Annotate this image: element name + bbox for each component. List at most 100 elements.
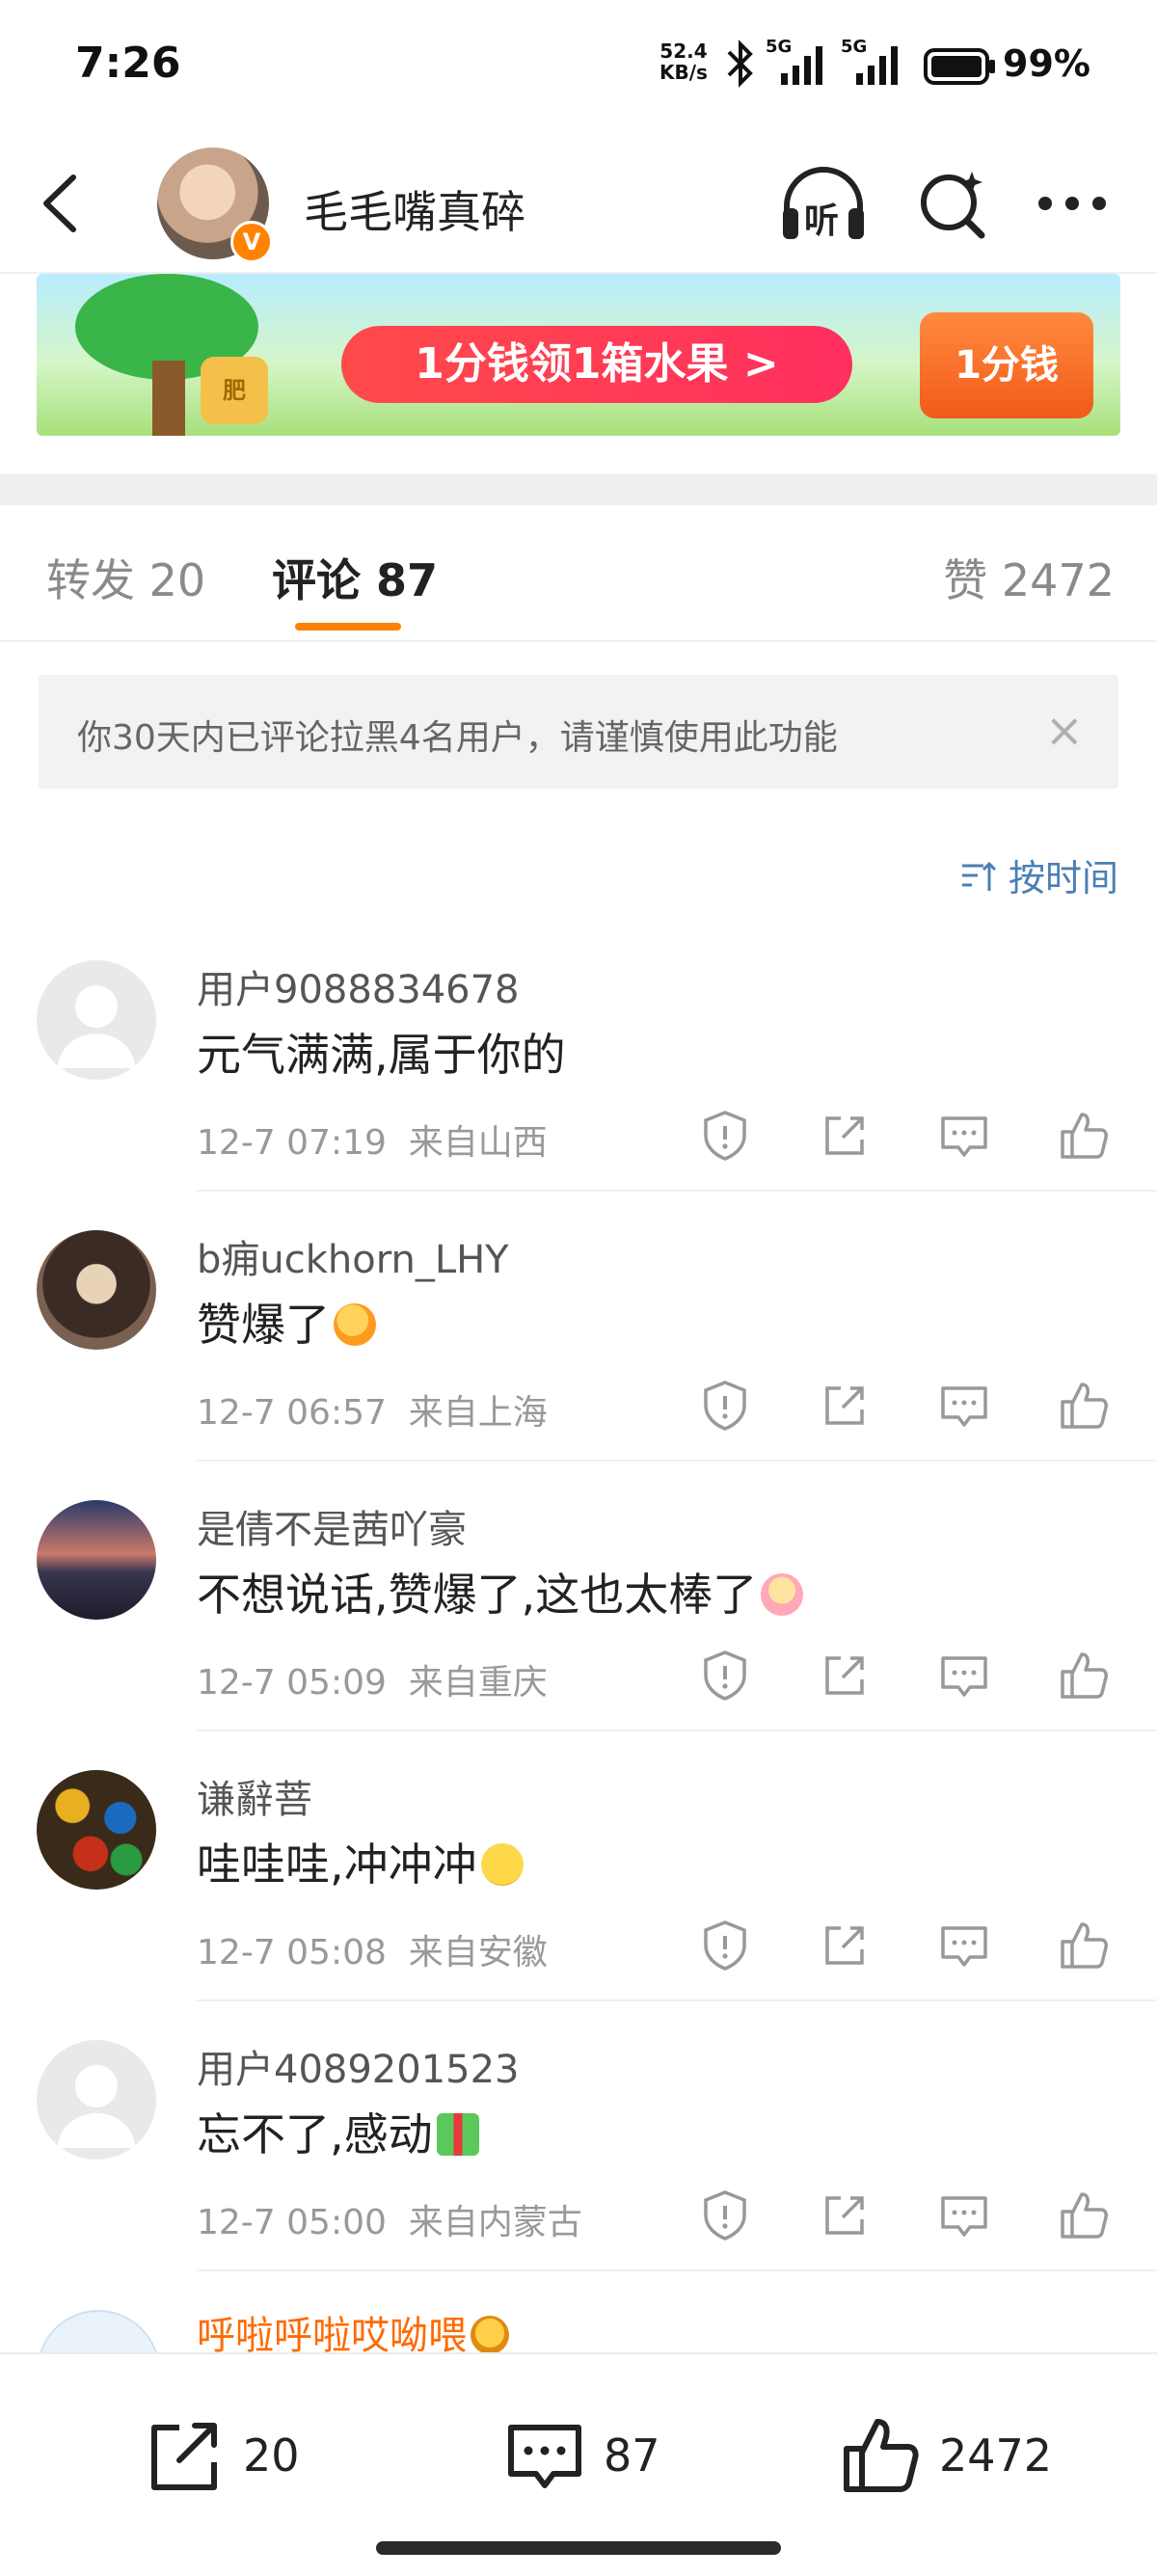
comment-time: 12-7 05:08 bbox=[197, 1933, 387, 1972]
home-indicator[interactable] bbox=[376, 2541, 781, 2555]
comment-item: 呼啦呼啦哎呦喂 bbox=[0, 2310, 1157, 2352]
verified-badge-icon: V bbox=[230, 221, 273, 263]
user-avatar[interactable] bbox=[37, 2310, 160, 2352]
shield-alert-icon bbox=[704, 2190, 746, 2241]
thumbs-up-icon bbox=[1061, 1382, 1108, 1429]
notice-text: 你30天内已评论拉黑4名用户，请谨慎使用此功能 bbox=[77, 718, 838, 758]
reply-button[interactable] bbox=[935, 1377, 993, 1435]
thumbs-up-icon bbox=[1061, 1113, 1108, 1159]
user-avatar[interactable] bbox=[37, 1230, 156, 1350]
comment-meta: 12-7 05:08 来自安徽 bbox=[197, 1924, 548, 1974]
lotus-emoji-icon bbox=[761, 1573, 804, 1616]
comment-text-content: 忘不了,感动 bbox=[197, 2108, 433, 2160]
comment-time: 12-7 07:19 bbox=[197, 1123, 387, 1163]
search-button[interactable] bbox=[916, 166, 989, 247]
like-button[interactable] bbox=[1055, 1107, 1113, 1165]
reply-button[interactable] bbox=[935, 1647, 993, 1704]
share-icon bbox=[825, 1656, 864, 1695]
back-button[interactable] bbox=[37, 170, 94, 237]
banner-cta[interactable]: 1分钱领1箱水果 > bbox=[341, 326, 852, 403]
share-icon bbox=[825, 1386, 864, 1425]
user-avatar[interactable] bbox=[37, 1770, 156, 1890]
ice-cream-emoji-icon bbox=[334, 1303, 376, 1346]
comment-location: 来自内蒙古 bbox=[408, 2203, 582, 2242]
comment-username[interactable]: 谦辭菩 bbox=[197, 1768, 312, 1824]
more-dots-icon bbox=[1038, 197, 1106, 210]
banner-fruit-box: 1分钱 bbox=[920, 312, 1093, 418]
comment-bubble-icon bbox=[941, 2196, 987, 2237]
network-speed: 52.4 KB/s bbox=[659, 40, 708, 83]
comment-divider bbox=[197, 1190, 1157, 1192]
thumbs-up-icon bbox=[1061, 1652, 1108, 1699]
comment-meta: 12-7 05:09 来自重庆 bbox=[197, 1654, 548, 1704]
comment-username[interactable]: 用户4089201523 bbox=[197, 2038, 520, 2094]
reply-button[interactable] bbox=[935, 1917, 993, 1974]
user-avatar[interactable] bbox=[37, 1500, 156, 1620]
reply-button[interactable] bbox=[935, 1107, 993, 1165]
like-button[interactable] bbox=[1055, 1377, 1113, 1435]
shield-alert-icon bbox=[704, 1650, 746, 1701]
block-notice: 你30天内已评论拉黑4名用户，请谨慎使用此功能 × bbox=[39, 675, 1118, 789]
bottom-repost-button[interactable]: 20 bbox=[141, 2412, 300, 2499]
comment-time: 12-7 06:57 bbox=[197, 1393, 387, 1433]
bottom-like-button[interactable]: 2472 bbox=[837, 2412, 1052, 2499]
sort-label: 按时间 bbox=[1008, 857, 1118, 899]
battery-icon bbox=[924, 48, 997, 89]
comment-username[interactable]: b痈uckhorn_LHY bbox=[197, 1228, 509, 1284]
report-button[interactable] bbox=[696, 1647, 754, 1704]
share-icon bbox=[825, 2196, 864, 2235]
like-button[interactable] bbox=[1055, 1917, 1113, 1974]
reply-button[interactable] bbox=[935, 2187, 993, 2244]
like-button[interactable] bbox=[1055, 2187, 1113, 2244]
report-button[interactable] bbox=[696, 2187, 754, 2244]
repost-icon bbox=[151, 2423, 217, 2490]
tab-reposts[interactable]: 转发 20 bbox=[46, 546, 205, 609]
sort-button[interactable]: 按时间 bbox=[958, 848, 1118, 901]
comment-divider bbox=[197, 1730, 1157, 1731]
comment-divider bbox=[197, 2269, 1157, 2271]
comment-username[interactable]: 用户9088834678 bbox=[197, 958, 520, 1014]
bluetooth-icon bbox=[721, 39, 760, 93]
listen-button[interactable]: 听 bbox=[777, 164, 870, 245]
share-button[interactable] bbox=[816, 1647, 874, 1704]
shield-alert-icon bbox=[704, 1381, 746, 1431]
report-button[interactable] bbox=[696, 1377, 754, 1435]
bottom-comment-button[interactable]: 87 bbox=[501, 2412, 660, 2499]
back-arrow-icon bbox=[43, 174, 76, 232]
share-button[interactable] bbox=[816, 1107, 874, 1165]
share-button[interactable] bbox=[816, 2187, 874, 2244]
comment-username-text: 呼啦呼啦哎呦喂 bbox=[197, 2314, 467, 2352]
comment-bubble-icon bbox=[941, 1926, 987, 1967]
comment-divider bbox=[197, 1460, 1157, 1462]
ad-banner[interactable]: 肥 1分钱领1箱水果 > 1分钱 bbox=[37, 274, 1120, 436]
comment-text: 哇哇哇,冲冲冲 bbox=[197, 1830, 524, 1893]
fertilizer-bag-icon: 肥 bbox=[201, 357, 268, 424]
tab-comments[interactable]: 评论 87 bbox=[272, 546, 438, 609]
comment-icon bbox=[508, 2425, 581, 2488]
comment-text-content: 不想说话,赞爆了,这也太棒了 bbox=[197, 1569, 758, 1621]
more-button[interactable] bbox=[1036, 189, 1109, 222]
user-avatar[interactable] bbox=[37, 960, 156, 1080]
close-icon[interactable]: × bbox=[1045, 704, 1084, 758]
search-icon bbox=[921, 172, 985, 239]
share-button[interactable] bbox=[816, 1917, 874, 1974]
comment-location: 来自山西 bbox=[408, 1123, 548, 1163]
user-avatar[interactable] bbox=[37, 2040, 156, 2160]
comment-username[interactable]: 是倩不是茜吖豪 bbox=[197, 1498, 467, 1554]
share-button[interactable] bbox=[816, 1377, 874, 1435]
comment-username[interactable]: 呼啦呼啦哎呦喂 bbox=[197, 2310, 509, 2352]
comment-text: 忘不了,感动 bbox=[197, 2100, 479, 2163]
thumbs-up-icon bbox=[1061, 2192, 1108, 2239]
comment-location: 来自上海 bbox=[408, 1393, 548, 1433]
comment-bubble-icon bbox=[941, 1116, 987, 1157]
bottom-like-count: 2472 bbox=[939, 2429, 1053, 2482]
battery-percent: 99% bbox=[1003, 42, 1090, 85]
page-title[interactable]: 毛毛嘴真碎 bbox=[304, 177, 525, 241]
section-separator bbox=[0, 474, 1157, 505]
report-button[interactable] bbox=[696, 1107, 754, 1165]
report-button[interactable] bbox=[696, 1917, 754, 1974]
tab-likes[interactable]: 赞 2472 bbox=[943, 546, 1115, 609]
bottom-repost-count: 20 bbox=[243, 2429, 300, 2482]
like-button[interactable] bbox=[1055, 1647, 1113, 1704]
network-speed-unit: KB/s bbox=[659, 61, 708, 84]
